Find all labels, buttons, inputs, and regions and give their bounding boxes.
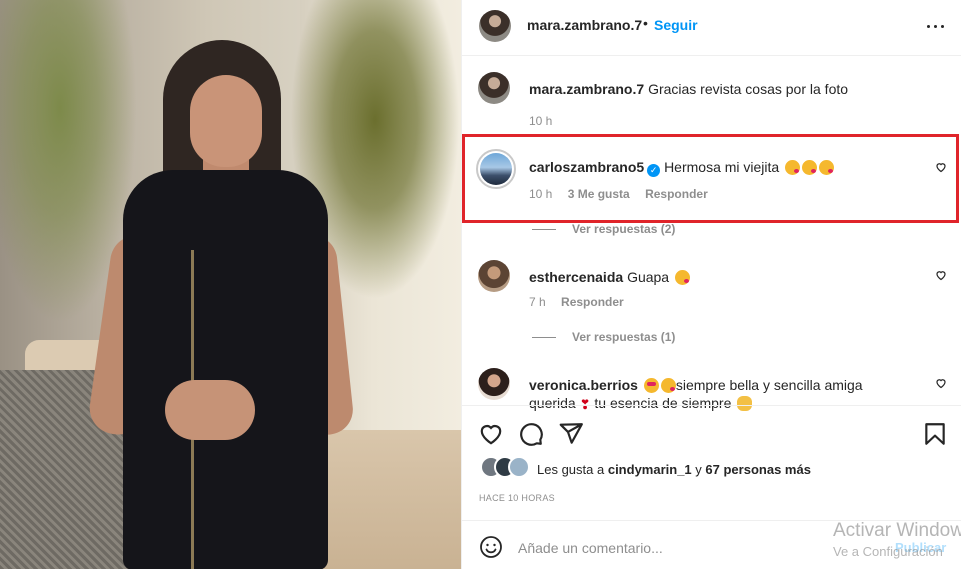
bookmark-icon[interactable]: [922, 421, 948, 447]
highlight-annotation-box: [462, 134, 959, 223]
woman-figure: [86, 35, 356, 569]
comment-username[interactable]: mara.zambrano.7: [529, 81, 644, 97]
comment-username[interactable]: veronica.berrios: [529, 377, 638, 393]
likes-connector: y: [695, 462, 702, 477]
post-timestamp[interactable]: HACE 10 HORAS: [479, 493, 555, 503]
post-photo[interactable]: [0, 0, 461, 569]
comment-body: Gracias revista cosas por la foto: [648, 81, 849, 97]
liked-by-first-user[interactable]: cindymarin_1: [608, 462, 692, 477]
separator-dot: •: [643, 15, 648, 31]
heart-eyes-emoji: [643, 378, 659, 393]
comment-icon[interactable]: [518, 421, 544, 447]
likes-prefix: Les gusta a: [537, 462, 605, 477]
view-replies-button[interactable]: Ver respuestas (1): [532, 330, 675, 344]
comment-input[interactable]: [518, 538, 818, 558]
post-header: mara.zambrano.7 • Seguir: [462, 0, 961, 56]
share-icon[interactable]: [558, 421, 584, 447]
comment-username[interactable]: esthercenaida: [529, 269, 623, 285]
follow-button[interactable]: Seguir: [654, 17, 698, 33]
more-options-icon[interactable]: [923, 14, 947, 38]
avatar: [508, 456, 530, 478]
avatar[interactable]: [478, 260, 510, 292]
avatar[interactable]: [478, 368, 510, 400]
add-comment-bar: Publicar: [462, 520, 961, 569]
black-dress: [123, 170, 328, 569]
comment-text: esthercenaida Guapa: [529, 268, 919, 286]
comment-time[interactable]: 7 h: [529, 295, 546, 309]
avatar[interactable]: [478, 72, 510, 104]
emoji-picker-icon[interactable]: [479, 535, 503, 559]
face: [190, 75, 262, 167]
view-replies-button[interactable]: Ver respuestas (2): [532, 222, 675, 236]
like-comment-heart-icon[interactable]: [935, 269, 947, 281]
publish-button[interactable]: Publicar: [895, 540, 946, 555]
heart-icon[interactable]: [478, 421, 504, 447]
comment-text: mara.zambrano.7 Gracias revista cosas po…: [529, 80, 919, 98]
avatar[interactable]: [479, 10, 511, 42]
like-comment-heart-icon[interactable]: [935, 377, 947, 389]
comment-time[interactable]: 10 h: [529, 114, 552, 128]
comment-meta: 10 h: [529, 114, 552, 128]
post-author-username[interactable]: mara.zambrano.7: [527, 17, 642, 33]
comments-panel: mara.zambrano.7 • Seguir mara.zambrano.7…: [461, 0, 961, 569]
reply-button[interactable]: Responder: [561, 295, 624, 309]
likes-others-count[interactable]: 67 personas más: [705, 462, 811, 477]
comment-body: Guapa: [627, 269, 670, 285]
likes-summary: Les gusta a cindymarin_1 y 67 personas m…: [537, 462, 811, 477]
kissing-heart-emoji: [660, 378, 676, 393]
clasped-hands: [165, 380, 255, 440]
comment-meta: 7 h Responder: [529, 295, 624, 309]
kissing-heart-emoji: [675, 270, 690, 285]
